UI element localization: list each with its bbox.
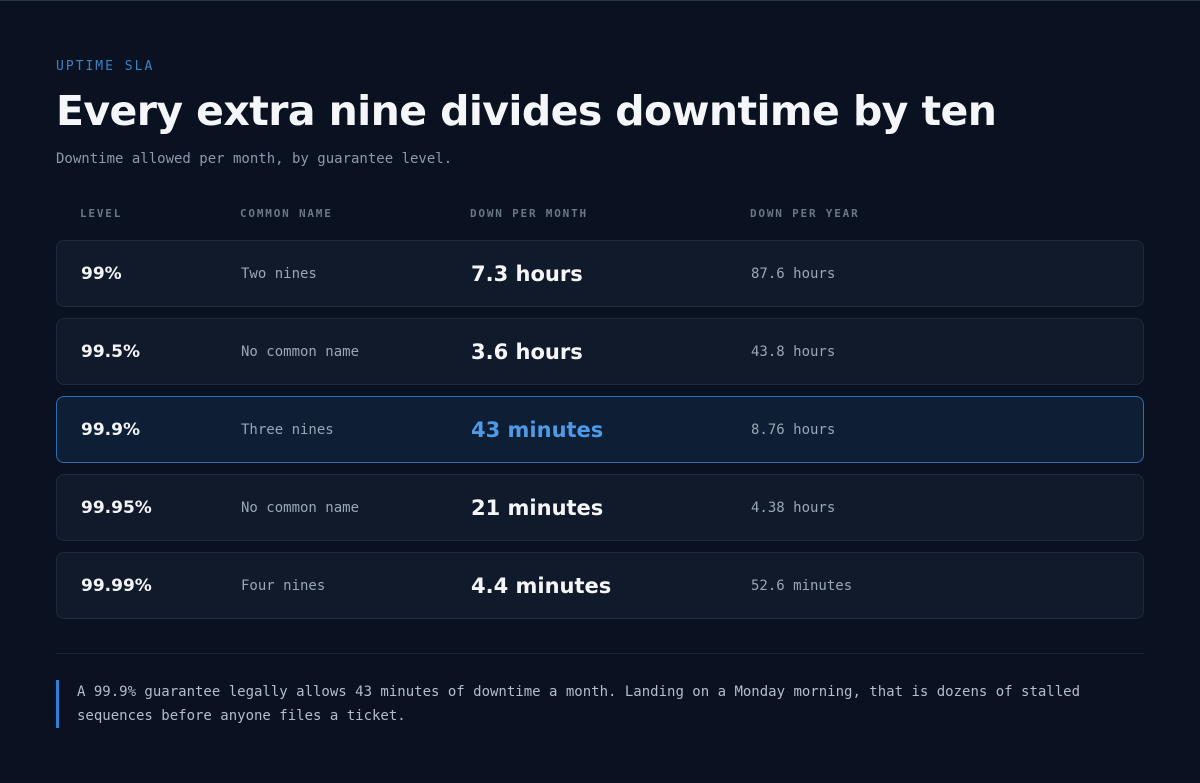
table-row: 99.5% No common name 3.6 hours 43.8 hour… [56,318,1144,385]
page-title: Every extra nine divides downtime by ten [56,87,997,135]
column-header-down-per-year: DOWN PER YEAR [750,207,860,220]
level-cell: 99.5% [81,341,140,362]
common-name-cell: Three nines [241,421,334,438]
callout-note: A 99.9% guarantee legally allows 43 minu… [56,680,1116,728]
table-row: 99.95% No common name 21 minutes 4.38 ho… [56,474,1144,541]
page-subtitle: Downtime allowed per month, by guarantee… [56,151,453,167]
down-per-month-cell: 4.4 minutes [471,573,612,598]
eyebrow-label: UPTIME SLA [56,59,155,74]
down-per-month-cell: 21 minutes [471,495,604,520]
section-divider [56,653,1144,654]
table-row-highlighted: 99.9% Three nines 43 minutes 8.76 hours [56,396,1144,463]
column-header-down-per-month: DOWN PER MONTH [470,207,588,220]
common-name-cell: No common name [241,499,360,516]
down-per-month-cell: 43 minutes [471,417,604,442]
level-cell: 99.9% [81,419,140,440]
column-header-level: LEVEL [80,207,123,220]
down-per-year-cell: 52.6 minutes [751,577,853,594]
level-cell: 99.99% [81,575,152,596]
down-per-year-cell: 8.76 hours [751,421,836,438]
column-header-common-name: COMMON NAME [240,207,333,220]
table-header: LEVEL COMMON NAME DOWN PER MONTH DOWN PE… [56,207,1144,223]
sla-table: 99% Two nines 7.3 hours 87.6 hours 99.5%… [56,240,1144,630]
down-per-year-cell: 87.6 hours [751,265,836,282]
down-per-year-cell: 43.8 hours [751,343,836,360]
down-per-month-cell: 3.6 hours [471,339,583,364]
level-cell: 99% [81,263,122,284]
down-per-year-cell: 4.38 hours [751,499,836,516]
common-name-cell: No common name [241,343,360,360]
table-row: 99% Two nines 7.3 hours 87.6 hours [56,240,1144,307]
level-cell: 99.95% [81,497,152,518]
common-name-cell: Four nines [241,577,326,594]
table-row: 99.99% Four nines 4.4 minutes 52.6 minut… [56,552,1144,619]
common-name-cell: Two nines [241,265,317,282]
down-per-month-cell: 7.3 hours [471,261,583,286]
